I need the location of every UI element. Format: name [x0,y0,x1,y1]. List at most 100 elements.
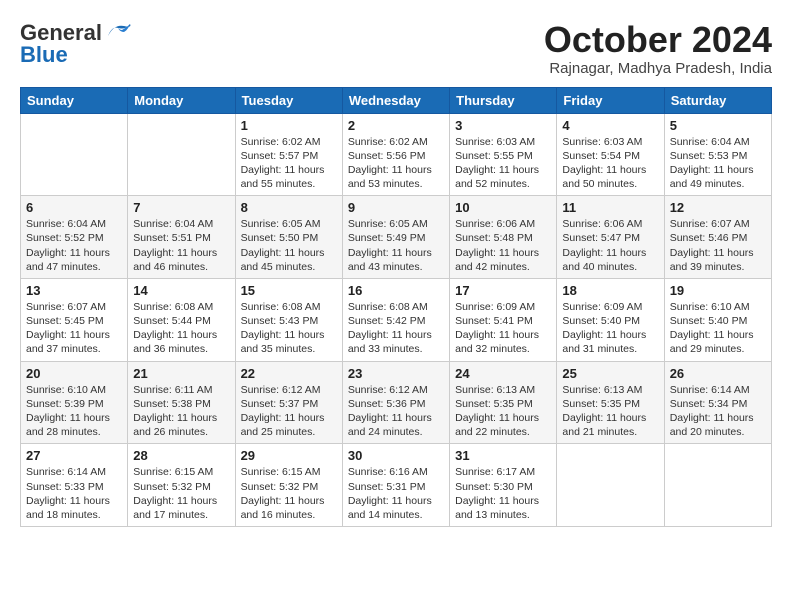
day-info: Sunrise: 6:06 AM Sunset: 5:47 PM Dayligh… [562,217,658,274]
calendar-cell: 21Sunrise: 6:11 AM Sunset: 5:38 PM Dayli… [128,361,235,444]
calendar-cell: 9 Sunrise: 6:05 AM Sunset: 5:49 PM Daylig… [342,196,449,279]
weekday-header-thursday: Thursday [450,87,557,113]
calendar-week-1: 1 Sunrise: 6:02 AM Sunset: 5:57 PM Daylig… [21,113,772,196]
day-number: 26 [670,366,766,381]
calendar-cell: 29Sunrise: 6:15 AM Sunset: 5:32 PM Dayli… [235,444,342,527]
day-number: 17 [455,283,551,298]
calendar-cell: 28 Sunrise: 6:15 AM Sunset: 5:32 PM Dayli… [128,444,235,527]
calendar-week-4: 20 Sunrise: 6:10 AM Sunset: 5:39 PM Dayli… [21,361,772,444]
calendar-cell: 18 Sunrise: 6:09 AM Sunset: 5:40 PM Dayli… [557,278,664,361]
calendar-cell: 26 Sunrise: 6:14 AM Sunset: 5:34 PM Dayli… [664,361,771,444]
day-info: Sunrise: 6:07 AM Sunset: 5:46 PM Dayligh… [670,217,766,274]
calendar-cell: 16 Sunrise: 6:08 AM Sunset: 5:42 PM Dayli… [342,278,449,361]
day-info: Sunrise: 6:11 AM Sunset: 5:38 PM Dayligh… [133,383,229,440]
day-info: Sunrise: 6:02 AM Sunset: 5:57 PM Dayligh… [241,135,337,192]
day-number: 19 [670,283,766,298]
day-number: 8 [241,200,337,215]
day-number: 31 [455,448,551,463]
weekday-header-friday: Friday [557,87,664,113]
day-number: 27 [26,448,122,463]
day-number: 28 [133,448,229,463]
weekday-header-sunday: Sunday [21,87,128,113]
day-info: Sunrise: 6:13 AM Sunset: 5:35 PM Dayligh… [562,383,658,440]
calendar-cell: 12 Sunrise: 6:07 AM Sunset: 5:46 PM Dayli… [664,196,771,279]
calendar-cell: 6 Sunrise: 6:04 AM Sunset: 5:52 PM Daylig… [21,196,128,279]
day-number: 2 [348,118,444,133]
day-number: 11 [562,200,658,215]
day-info: Sunrise: 6:16 AM Sunset: 5:31 PM Dayligh… [348,465,444,522]
calendar-cell: 19Sunrise: 6:10 AM Sunset: 5:40 PM Dayli… [664,278,771,361]
day-number: 6 [26,200,122,215]
calendar-cell: 1 Sunrise: 6:02 AM Sunset: 5:57 PM Daylig… [235,113,342,196]
calendar-cell: 13 Sunrise: 6:07 AM Sunset: 5:45 PM Dayli… [21,278,128,361]
day-number: 1 [241,118,337,133]
calendar-cell: 27 Sunrise: 6:14 AM Sunset: 5:33 PM Dayli… [21,444,128,527]
calendar-cell: 23 Sunrise: 6:12 AM Sunset: 5:36 PM Dayli… [342,361,449,444]
day-number: 5 [670,118,766,133]
calendar-cell: 17Sunrise: 6:09 AM Sunset: 5:41 PM Dayli… [450,278,557,361]
day-info: Sunrise: 6:02 AM Sunset: 5:56 PM Dayligh… [348,135,444,192]
calendar-week-3: 13 Sunrise: 6:07 AM Sunset: 5:45 PM Dayli… [21,278,772,361]
calendar-cell [557,444,664,527]
calendar-cell: 10 Sunrise: 6:06 AM Sunset: 5:48 PM Dayli… [450,196,557,279]
calendar-week-5: 27 Sunrise: 6:14 AM Sunset: 5:33 PM Dayli… [21,444,772,527]
day-info: Sunrise: 6:05 AM Sunset: 5:49 PM Dayligh… [348,217,444,274]
weekday-header-tuesday: Tuesday [235,87,342,113]
calendar-cell: 25Sunrise: 6:13 AM Sunset: 5:35 PM Dayli… [557,361,664,444]
calendar-cell: 3Sunrise: 6:03 AM Sunset: 5:55 PM Daylig… [450,113,557,196]
calendar-cell: 31Sunrise: 6:17 AM Sunset: 5:30 PM Dayli… [450,444,557,527]
calendar-cell: 22 Sunrise: 6:12 AM Sunset: 5:37 PM Dayli… [235,361,342,444]
day-number: 12 [670,200,766,215]
calendar-week-2: 6 Sunrise: 6:04 AM Sunset: 5:52 PM Daylig… [21,196,772,279]
calendar-cell: 11 Sunrise: 6:06 AM Sunset: 5:47 PM Dayli… [557,196,664,279]
day-number: 16 [348,283,444,298]
day-number: 23 [348,366,444,381]
calendar-cell: 24 Sunrise: 6:13 AM Sunset: 5:35 PM Dayli… [450,361,557,444]
calendar-cell [128,113,235,196]
day-number: 10 [455,200,551,215]
day-info: Sunrise: 6:07 AM Sunset: 5:45 PM Dayligh… [26,300,122,357]
day-info: Sunrise: 6:08 AM Sunset: 5:42 PM Dayligh… [348,300,444,357]
day-info: Sunrise: 6:12 AM Sunset: 5:37 PM Dayligh… [241,383,337,440]
day-info: Sunrise: 6:06 AM Sunset: 5:48 PM Dayligh… [455,217,551,274]
day-info: Sunrise: 6:08 AM Sunset: 5:43 PM Dayligh… [241,300,337,357]
calendar-cell: 15 Sunrise: 6:08 AM Sunset: 5:43 PM Dayli… [235,278,342,361]
weekday-header-row: SundayMondayTuesdayWednesdayThursdayFrid… [21,87,772,113]
location: Rajnagar, Madhya Pradesh, India [544,60,772,77]
month-title: October 2024 [544,20,772,60]
day-info: Sunrise: 6:13 AM Sunset: 5:35 PM Dayligh… [455,383,551,440]
day-info: Sunrise: 6:14 AM Sunset: 5:34 PM Dayligh… [670,383,766,440]
day-number: 15 [241,283,337,298]
day-number: 4 [562,118,658,133]
page-header: General Blue October 2024 Rajnagar, Madh… [20,20,772,77]
day-number: 13 [26,283,122,298]
day-info: Sunrise: 6:10 AM Sunset: 5:39 PM Dayligh… [26,383,122,440]
calendar-cell [664,444,771,527]
day-number: 9 [348,200,444,215]
day-info: Sunrise: 6:15 AM Sunset: 5:32 PM Dayligh… [133,465,229,522]
day-info: Sunrise: 6:14 AM Sunset: 5:33 PM Dayligh… [26,465,122,522]
day-info: Sunrise: 6:04 AM Sunset: 5:53 PM Dayligh… [670,135,766,192]
logo: General Blue [20,20,132,68]
calendar-table: SundayMondayTuesdayWednesdayThursdayFrid… [20,87,772,527]
calendar-cell: 30Sunrise: 6:16 AM Sunset: 5:31 PM Dayli… [342,444,449,527]
calendar-cell: 7 Sunrise: 6:04 AM Sunset: 5:51 PM Daylig… [128,196,235,279]
day-info: Sunrise: 6:05 AM Sunset: 5:50 PM Dayligh… [241,217,337,274]
day-number: 29 [241,448,337,463]
day-number: 22 [241,366,337,381]
day-number: 18 [562,283,658,298]
calendar-cell: 5 Sunrise: 6:04 AM Sunset: 5:53 PM Daylig… [664,113,771,196]
calendar-cell: 8 Sunrise: 6:05 AM Sunset: 5:50 PM Daylig… [235,196,342,279]
weekday-header-wednesday: Wednesday [342,87,449,113]
day-info: Sunrise: 6:08 AM Sunset: 5:44 PM Dayligh… [133,300,229,357]
day-info: Sunrise: 6:09 AM Sunset: 5:40 PM Dayligh… [562,300,658,357]
day-number: 20 [26,366,122,381]
calendar-cell: 20 Sunrise: 6:10 AM Sunset: 5:39 PM Dayli… [21,361,128,444]
day-number: 7 [133,200,229,215]
day-info: Sunrise: 6:12 AM Sunset: 5:36 PM Dayligh… [348,383,444,440]
day-number: 24 [455,366,551,381]
day-info: Sunrise: 6:04 AM Sunset: 5:52 PM Dayligh… [26,217,122,274]
day-number: 3 [455,118,551,133]
day-info: Sunrise: 6:04 AM Sunset: 5:51 PM Dayligh… [133,217,229,274]
day-info: Sunrise: 6:03 AM Sunset: 5:54 PM Dayligh… [562,135,658,192]
